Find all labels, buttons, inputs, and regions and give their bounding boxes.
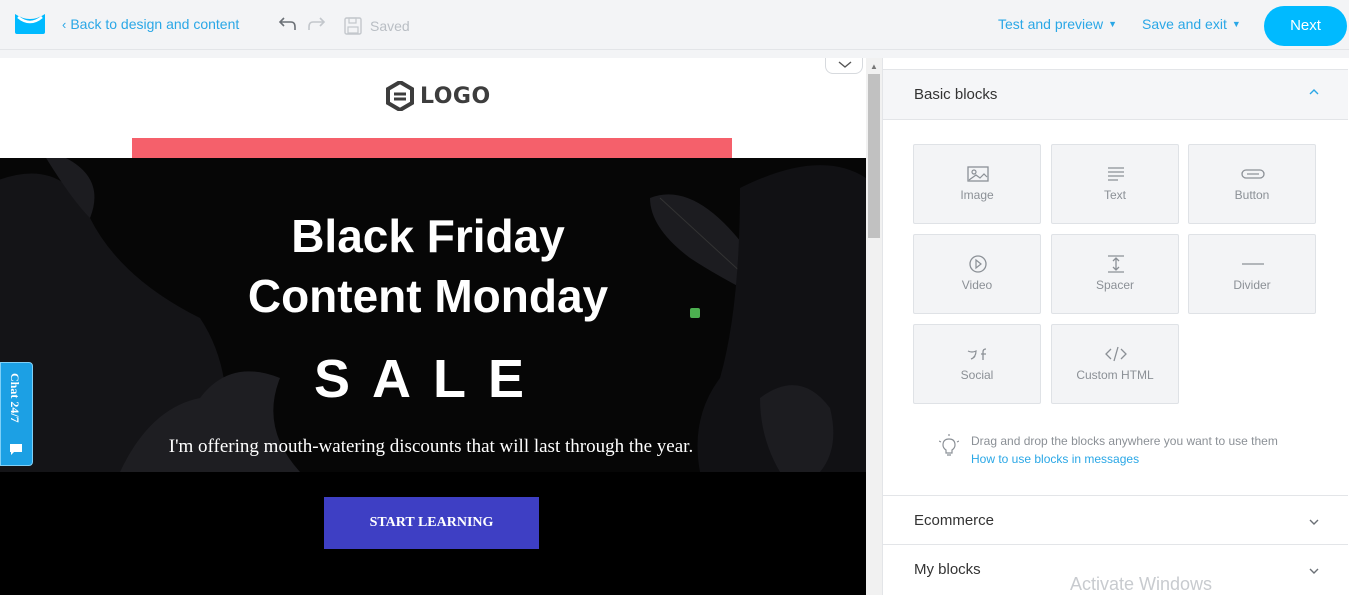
how-to-use-blocks-link[interactable]: How to use blocks in messages <box>971 450 1278 468</box>
chevron-left-icon: ‹ <box>62 17 67 32</box>
block-label: Custom HTML <box>1076 368 1154 382</box>
block-text[interactable]: Text <box>1051 144 1179 224</box>
redo-icon[interactable] <box>307 14 329 36</box>
saved-status: Saved <box>370 18 410 34</box>
save-exit-label: Save and exit <box>1142 16 1227 32</box>
test-preview-label: Test and preview <box>998 16 1104 32</box>
basic-blocks-header[interactable]: Basic blocks <box>883 70 1348 120</box>
block-spacer[interactable]: Spacer <box>1051 234 1179 314</box>
ecommerce-title: Ecommerce <box>914 512 995 529</box>
my-blocks-title: My blocks <box>914 561 981 578</box>
hero-title-line-1[interactable]: Black Friday <box>0 206 856 266</box>
resize-handle[interactable] <box>690 308 700 318</box>
scrollbar-thumb[interactable] <box>868 74 880 238</box>
ecommerce-header[interactable]: Ecommerce <box>883 495 1348 545</box>
lightbulb-icon <box>939 434 959 456</box>
back-link-label: Back to design and content <box>70 16 240 32</box>
sale-heading[interactable]: SALE <box>0 348 860 410</box>
chevron-up-icon <box>1309 89 1319 95</box>
social-icon <box>967 348 987 360</box>
start-learning-button[interactable]: START LEARNING <box>324 497 539 549</box>
activate-windows-watermark: Activate Windows <box>1070 574 1213 594</box>
block-image[interactable]: Image <box>913 144 1041 224</box>
blocks-hint: Drag and drop the blocks anywhere you wa… <box>971 432 1278 468</box>
block-video[interactable]: Video <box>913 234 1041 314</box>
basic-blocks-title: Basic blocks <box>914 86 998 103</box>
block-label: Spacer <box>1095 278 1135 292</box>
block-divider[interactable]: Divider <box>1188 234 1316 314</box>
hero-title-line-2[interactable]: Content Monday <box>0 266 856 326</box>
block-button[interactable]: Button <box>1188 144 1316 224</box>
chevron-down-icon <box>1309 568 1319 574</box>
block-label: Divider <box>1233 278 1271 292</box>
scroll-up-arrow-icon[interactable]: ▲ <box>870 62 878 71</box>
spacer-icon <box>1108 255 1124 273</box>
blocks-panel: Basic blocks Image Text Button Video Spa… <box>882 58 1349 595</box>
panel-top-strip <box>883 58 1348 70</box>
caret-down-icon: ▼ <box>1108 19 1117 29</box>
image-icon <box>967 166 989 182</box>
chat-bubble-icon <box>10 444 22 455</box>
code-icon <box>1105 346 1127 362</box>
hero-section[interactable]: Black Friday Content Monday SALE I'm off… <box>0 158 866 472</box>
caret-down-icon: ▼ <box>1231 19 1241 29</box>
block-custom-html[interactable]: Custom HTML <box>1051 324 1179 404</box>
logo-text: LOGO <box>420 83 491 109</box>
next-button[interactable]: Next <box>1264 6 1347 46</box>
chat-label: Chat 24/7 <box>8 373 22 423</box>
block-label: Social <box>960 368 994 382</box>
logo-hexagon-icon <box>386 81 414 111</box>
chevron-down-icon <box>1309 519 1319 525</box>
email-logo[interactable]: LOGO <box>386 80 491 112</box>
collapse-tab[interactable] <box>825 58 863 74</box>
canvas-scrollbar[interactable]: ▲ <box>866 58 882 595</box>
back-to-design-link[interactable]: ‹ Back to design and content <box>62 16 239 32</box>
top-bar: ‹ Back to design and content Saved Test a… <box>0 0 1349 50</box>
undo-icon[interactable] <box>275 14 297 36</box>
video-icon <box>969 255 987 273</box>
save-and-exit-menu[interactable]: Save and exit ▼ <box>1142 16 1241 32</box>
pink-banner-bar[interactable] <box>132 138 732 158</box>
button-icon <box>1241 169 1265 179</box>
divider-icon <box>1242 263 1264 265</box>
chat-widget-tab[interactable]: Chat 24/7 <box>0 362 33 466</box>
block-label: Text <box>1103 188 1126 202</box>
text-icon <box>1108 167 1124 181</box>
test-and-preview-menu[interactable]: Test and preview ▼ <box>998 16 1117 32</box>
block-label: Video <box>961 278 993 292</box>
block-social[interactable]: Social <box>913 324 1041 404</box>
hint-text: Drag and drop the blocks anywhere you wa… <box>971 434 1278 448</box>
save-disk-icon <box>344 17 362 35</box>
block-label: Image <box>960 188 994 202</box>
block-label: Button <box>1234 188 1270 202</box>
chevron-down-icon <box>838 61 852 68</box>
email-canvas[interactable]: LOGO Black Friday Content Monday SALE I'… <box>0 58 866 595</box>
app-logo-icon[interactable] <box>14 12 46 36</box>
hero-subtitle[interactable]: I'm offering mouth-watering discounts th… <box>0 436 862 458</box>
